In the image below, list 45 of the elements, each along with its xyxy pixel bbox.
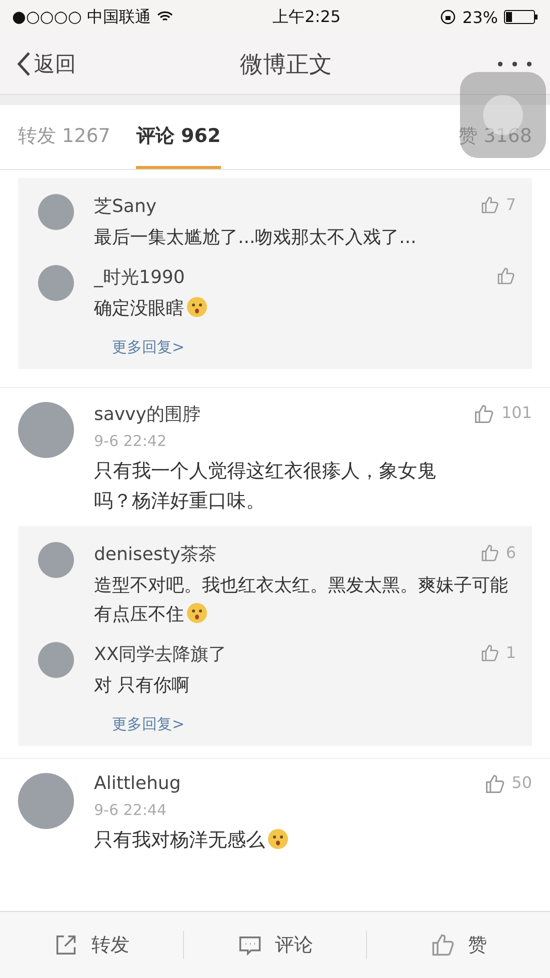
emoji-icon [186,602,208,624]
user-name[interactable]: XX同学去降旗了 [94,642,227,666]
page-title: 微博正文 [240,50,332,80]
chevron-left-icon [16,51,32,77]
comment-time: 9-6 22:42 [94,432,168,450]
rotation-lock-icon [440,9,456,25]
emoji-icon [186,296,208,318]
carrier-name: ●○○○○ 中国联通 [12,6,151,28]
user-name[interactable]: _时光1990 [94,264,185,289]
comment-button[interactable]: 评论 [184,931,368,959]
avatar[interactable] [38,542,74,578]
reply-text: 对 只有你啊 [94,674,191,698]
comment-time: 9-6 22:44 [94,800,168,819]
user-name[interactable]: 芝Sany [94,194,157,218]
tab[interactable]: 评论 962 [136,105,221,169]
repost-button[interactable]: 转发 [0,931,184,959]
thumbs-up-icon [480,195,500,215]
more-replies-link[interactable]: 更多回复> [112,338,185,357]
user-name[interactable]: savvy的围脖 [94,402,200,426]
more-button[interactable]: • • • [496,54,534,74]
user-name[interactable]: denisesty茶茶 [94,542,216,566]
reply-text: 最后一集太尴尬了...吻戏那太不入戏了... [94,226,418,250]
battery-icon [504,10,538,24]
thumbs-up-icon [484,772,506,795]
comment-text: 只有我对杨洋无感么 [94,824,532,856]
like-button[interactable]: 赞 [367,931,550,959]
more-replies-link[interactable]: 更多回复> [112,714,185,734]
thumbs-up-icon [430,932,456,958]
back-button[interactable]: 返回 [16,50,76,78]
reply-text: 造型不对吧。我也红衣太红。黑发太黑。爽妹子可能有点压不住 [94,574,509,628]
avatar[interactable] [38,194,74,230]
reply-text: 确定没眼瞎 [94,294,516,324]
emoji-icon [267,828,289,850]
avatar[interactable] [38,642,74,678]
thumbs-up-icon [480,642,500,663]
battery-percent: 23% [462,8,498,26]
floating-button[interactable] [460,72,546,158]
thumbs-up-icon [480,543,500,564]
comment-text: 只有我一个人觉得这红衣很瘆人，象女鬼吗？杨洋好重口味。 [94,458,437,514]
thumbs-up-icon [473,402,496,425]
wifi-icon [156,11,173,23]
clock-time: 上午2:25 [272,6,341,28]
thumbs-up-icon [496,266,516,286]
user-name[interactable]: Alittlehug [94,773,181,794]
avatar[interactable] [38,264,74,301]
